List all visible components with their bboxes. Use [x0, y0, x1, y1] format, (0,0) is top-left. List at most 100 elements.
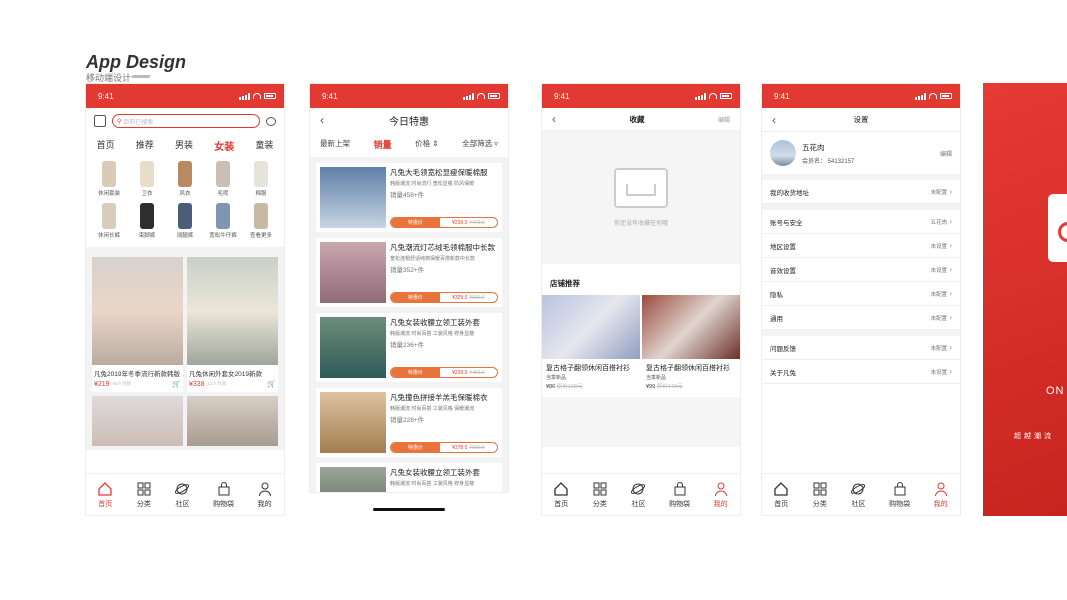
user-icon [714, 482, 727, 496]
edit-button[interactable]: 编辑 [940, 149, 952, 158]
list-item[interactable]: 凡兔女装收腰立领工装外套 韩版潮流 时尚百搭 工装风格 修身显瘦 销量236+件 特惠… [316, 313, 502, 382]
product-image [187, 257, 278, 365]
planet-icon [175, 483, 190, 494]
category-item[interactable]: 休闲套装 [90, 161, 128, 197]
list-item[interactable]: 凡兔女装收腰立领工装外套 韩版潮流 时尚百搭 工装风格 修身显瘦 [316, 463, 502, 492]
filter-price[interactable]: 价格 ⇕ [415, 138, 438, 151]
deal-price-button[interactable]: 特惠价 ¥239.0 ¥479.0 [390, 217, 498, 228]
product-card[interactable] [187, 396, 278, 446]
scan-icon[interactable] [94, 115, 106, 127]
category-item[interactable]: 休闲长裤 [90, 203, 128, 239]
category-item[interactable]: 阔腿裤 [166, 203, 204, 239]
category-item[interactable]: 查看更多 [242, 203, 280, 239]
list-item[interactable]: 凡兔撞色拼接羊羔毛保暖棉衣 韩版潮流 时尚百搭 工装风格 保暖潮流 销量228+件特… [316, 388, 502, 457]
cart-icon[interactable]: 🛒 [267, 380, 276, 388]
category-item[interactable]: 宽松牛仔裤 [204, 203, 242, 239]
category-item[interactable]: 风衣 [166, 161, 204, 197]
category-item[interactable]: 棉服 [242, 161, 280, 197]
tabbar-home[interactable]: 首页 [97, 481, 113, 509]
grid-icon [137, 482, 151, 495]
tab-bar: 首页 分类 社区 购物袋 我的 [542, 473, 740, 515]
splash-slogan: 超越潮流 [1014, 433, 1054, 440]
setting-privacy[interactable]: 隐私 未配置 [762, 282, 960, 306]
product-price: ¥219 [94, 380, 110, 388]
user-name: 五花肉 [802, 142, 825, 152]
home-icon [554, 481, 568, 496]
category-item[interactable]: 毛呢 [204, 161, 242, 197]
tabbar-home[interactable]: 首页 [553, 481, 569, 509]
setting-about[interactable]: 关于凡兔 未设置 [762, 360, 960, 384]
phone-splash: ON 超越潮流 [983, 83, 1067, 516]
status-time: 9:41 [98, 91, 114, 101]
tabbar-bag[interactable]: 购物袋 [889, 481, 910, 509]
tab-women[interactable]: 女装 [214, 138, 234, 153]
list-item[interactable]: 凡兔大毛领宽松显瘦保暖棉服 韩版潮流 时尚流行 宽松显瘦 防风保暖 销量458+件特… [316, 163, 502, 232]
user-icon [934, 482, 947, 496]
setting-account[interactable]: 账号与安全 五花肉 [762, 210, 960, 234]
empty-state: 你还没有收藏任何哦 [542, 130, 740, 264]
product-card[interactable]: 复古格子翻领休闲百搭衬衫 当季新品 ¥99 原价148元 [642, 295, 740, 391]
filter-sales[interactable]: 销量 [374, 138, 392, 151]
category-item[interactable]: 束脚裤 [128, 203, 166, 239]
deal-price-button[interactable]: 特惠价 ¥378.0 ¥699.0 [390, 442, 498, 453]
user-profile[interactable]: 五花肉会员名： 54132157 编辑 [762, 132, 960, 180]
avatar [770, 140, 796, 166]
wifi-icon [253, 93, 261, 99]
product-card[interactable]: 复古格子翻领休闲百搭衬衫 当季新品 ¥86 原价128元 [542, 295, 640, 391]
setting-region[interactable]: 地区设置 未设置 [762, 234, 960, 258]
bag-icon [674, 481, 686, 495]
product-name: 凡兔休闲外套女2019新款 [189, 371, 262, 378]
tab-bar: 首页 分类 社区 购物袋 我的 [86, 473, 284, 515]
filter-newest[interactable]: 最新上架 [320, 138, 350, 151]
tabbar-home[interactable]: 首页 [773, 481, 789, 509]
signal-icon [239, 92, 250, 100]
battery-icon [488, 93, 500, 99]
tabbar-category[interactable]: 分类 [592, 481, 608, 509]
tabbar-me[interactable]: 我的 [933, 481, 949, 509]
member-id: 会员名： 54132157 [802, 158, 855, 165]
deal-price-button[interactable]: 特惠价 ¥329.0 ¥659.0 [390, 292, 498, 303]
status-bar: 9:41 [310, 84, 508, 108]
tabbar-category[interactable]: 分类 [136, 481, 152, 509]
category-item[interactable]: 卫衣 [128, 161, 166, 197]
tabbar-bag[interactable]: 购物袋 [213, 481, 234, 509]
tabbar-bag[interactable]: 购物袋 [669, 481, 690, 509]
bag-icon [894, 481, 906, 495]
product-card[interactable] [92, 396, 183, 446]
category-tabs: 首页 推荐 男装 女装 童装 [86, 134, 284, 157]
user-icon [258, 482, 271, 496]
edit-button[interactable]: 编辑 [718, 115, 730, 124]
message-icon[interactable] [266, 116, 276, 126]
deal-price-button[interactable]: 特惠价 ¥229.0 ¥459.0 [390, 367, 498, 378]
battery-icon [940, 93, 952, 99]
tabbar-community[interactable]: 社区 [630, 481, 646, 509]
tab-home[interactable]: 首页 [97, 138, 115, 153]
tab-kids[interactable]: 童装 [255, 138, 273, 153]
signal-icon [915, 92, 926, 100]
tabbar-me[interactable]: 我的 [257, 481, 273, 509]
cart-icon[interactable]: 🛒 [172, 380, 181, 388]
list-item[interactable]: 凡兔潮流灯芯绒毛领棉服中长款 宽松连帽舒适纯棉保暖百搭新款中长款 销量352+件 特惠… [316, 238, 502, 307]
tabbar-community[interactable]: 社区 [174, 481, 190, 509]
page-title: 设置 [853, 115, 869, 124]
tab-recommend[interactable]: 推荐 [136, 138, 154, 153]
wifi-icon [709, 93, 717, 99]
product-card[interactable]: 凡兔休闲外套女2019新款 ¥338 12人付款 🛒 [187, 257, 278, 392]
product-card[interactable]: 凡兔2019年冬季流行新款韩版 ¥219 68人付款 🛒 [92, 257, 183, 392]
filter-all[interactable]: 全部筛选 ▿ [462, 138, 498, 151]
tabbar-community[interactable]: 社区 [850, 481, 866, 509]
grid-icon [593, 482, 607, 495]
search-icon: ⚲ [117, 118, 122, 125]
setting-feedback[interactable]: 问题反馈 未配置 [762, 336, 960, 360]
tabbar-me[interactable]: 我的 [713, 481, 729, 509]
status-bar: 9:41 [86, 84, 284, 108]
tab-men[interactable]: 男装 [175, 138, 193, 153]
back-icon[interactable]: ‹ [552, 112, 556, 126]
setting-general[interactable]: 通用 未配置 [762, 306, 960, 330]
battery-icon [264, 93, 276, 99]
tabbar-category[interactable]: 分类 [812, 481, 828, 509]
search-input[interactable]: ⚲ 目前已搜索 [112, 114, 260, 128]
setting-sound[interactable]: 音效设置 未设置 [762, 258, 960, 282]
setting-address[interactable]: 我的收货地址 未配置 [762, 180, 960, 204]
grid-icon [813, 482, 827, 495]
